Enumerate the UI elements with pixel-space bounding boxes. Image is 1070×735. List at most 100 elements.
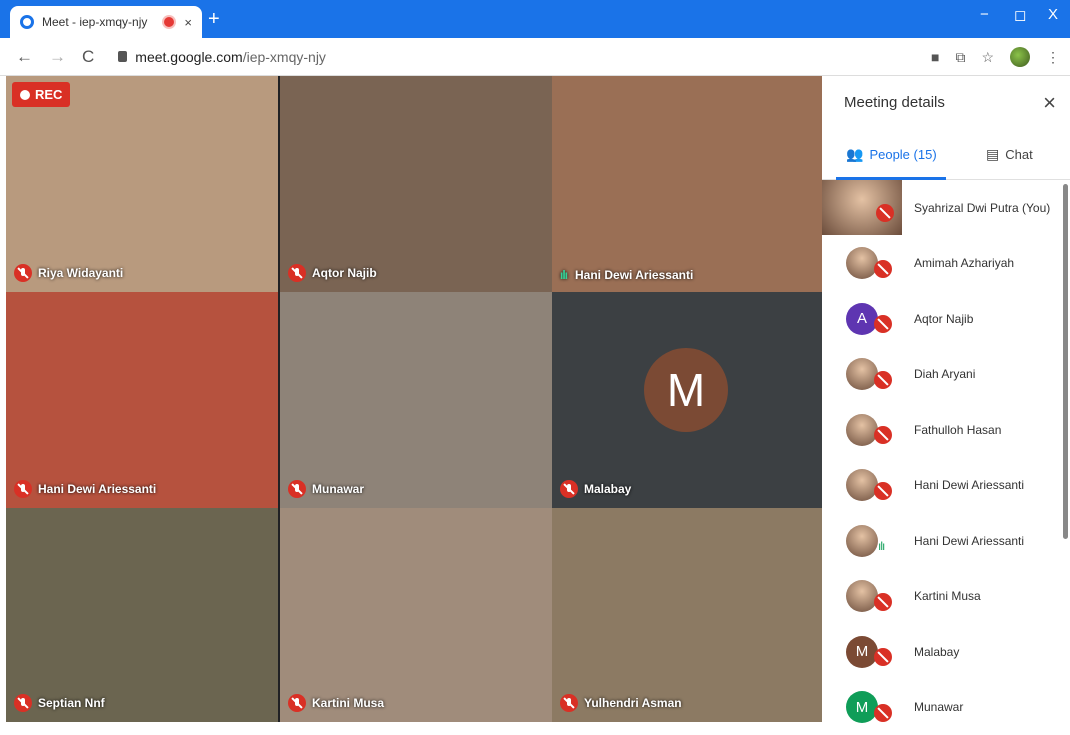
participant-label: ılı Hani Dewi Ariessanti: [560, 268, 693, 282]
participant-avatar: A: [846, 303, 878, 335]
mic-off-icon: [874, 315, 892, 333]
participant-avatar: [846, 525, 878, 557]
participant-avatar: M: [846, 636, 878, 668]
tab-chat[interactable]: ▤ Chat: [986, 146, 1033, 163]
people-list-scrollbar[interactable]: [1063, 184, 1068, 539]
participant-name: Hani Dewi Ariessanti: [38, 482, 156, 496]
participant-row[interactable]: Diah Aryani: [822, 347, 1070, 403]
video-tile[interactable]: Yulhendri Asman: [552, 508, 822, 722]
speaking-indicator-icon: ılı: [560, 268, 567, 282]
participant-name: Kartini Musa: [312, 696, 384, 710]
mic-off-icon: [874, 426, 892, 444]
participant-name: Yulhendri Asman: [584, 696, 682, 710]
mic-off-icon: [560, 480, 578, 498]
participant-row[interactable]: Kartini Musa: [822, 569, 1070, 625]
mic-off-icon: [874, 482, 892, 500]
recording-indicator-icon: [164, 17, 174, 27]
participant-row[interactable]: Syahrizal Dwi Putra (You): [822, 180, 1070, 236]
video-tile[interactable]: ılı Hani Dewi Ariessanti: [552, 76, 822, 292]
participant-name: Septian Nnf: [38, 696, 105, 710]
people-list: Syahrizal Dwi Putra (You) Amimah Azhariya…: [822, 180, 1070, 735]
close-window-button[interactable]: X: [1048, 6, 1058, 23]
participant-name: Hani Dewi Ariessanti: [914, 478, 1024, 492]
participant-row[interactable]: Amimah Azhariyah: [822, 236, 1070, 292]
menu-icon[interactable]: ⋮: [1046, 49, 1060, 66]
url-path: /iep-xmqy-njy: [243, 49, 326, 65]
new-tab-button[interactable]: +: [208, 8, 220, 30]
tab-people-label: People (15): [869, 147, 936, 162]
participant-label: Aqtor Najib: [288, 264, 377, 282]
video-tile[interactable]: Hani Dewi Ariessanti: [6, 292, 278, 508]
mic-off-icon: [14, 694, 32, 712]
close-panel-button[interactable]: ×: [1043, 90, 1056, 116]
people-icon: 👥: [846, 146, 863, 163]
participant-name: Aqtor Najib: [914, 312, 973, 326]
participant-name: Hani Dewi Ariessanti: [914, 534, 1024, 548]
mic-off-icon: [874, 593, 892, 611]
participant-name: Hani Dewi Ariessanti: [575, 268, 693, 282]
participant-label: Munawar: [288, 480, 364, 498]
mic-off-icon: [874, 260, 892, 278]
video-tile[interactable]: Aqtor Najib: [280, 76, 552, 292]
video-grid: REC Riya Widayanti Aqtor Najib ılı Hani D…: [6, 76, 822, 722]
lock-icon: [118, 51, 127, 62]
participant-name: Malabay: [914, 645, 959, 659]
mic-off-icon: [288, 264, 306, 282]
forward-icon[interactable]: →: [49, 47, 66, 67]
participant-name: Munawar: [914, 700, 963, 714]
mic-off-icon: [288, 694, 306, 712]
video-tile[interactable]: Kartini Musa: [280, 508, 552, 722]
video-tile[interactable]: Munawar: [280, 292, 552, 508]
address-bar[interactable]: meet.google.com/iep-xmqy-njy: [135, 49, 326, 65]
star-icon[interactable]: ☆: [981, 49, 994, 66]
speaking-indicator-icon: ılı: [878, 539, 884, 553]
video-tile[interactable]: Septian Nnf: [6, 508, 278, 722]
participant-row[interactable]: MMunawar: [822, 680, 1070, 735]
participant-name: Diah Aryani: [914, 367, 975, 381]
mic-off-icon: [14, 264, 32, 282]
participant-label: Septian Nnf: [14, 694, 105, 712]
participant-row[interactable]: M Malabay: [822, 624, 1070, 680]
panel-title: Meeting details: [844, 94, 945, 111]
participant-avatar: [846, 414, 878, 446]
profile-icon[interactable]: [1010, 47, 1030, 67]
participant-name: Riya Widayanti: [38, 266, 123, 280]
participant-label: Hani Dewi Ariessanti: [14, 480, 156, 498]
panel-tabs: 👥 People (15) ▤ Chat: [822, 140, 1070, 180]
participant-avatar: [846, 247, 878, 279]
participant-initial-avatar: M: [644, 348, 728, 432]
participant-row[interactable]: A Aqtor Najib: [822, 291, 1070, 347]
url-host: meet.google.com: [135, 49, 242, 65]
participant-label: Riya Widayanti: [14, 264, 123, 282]
restore-button[interactable]: ◻: [1014, 6, 1026, 24]
reload-icon[interactable]: C: [82, 47, 94, 67]
minimize-button[interactable]: −: [980, 6, 989, 23]
participant-row[interactable]: Fathulloh Hasan: [822, 402, 1070, 458]
participant-row[interactable]: Hani Dewi Ariessanti: [822, 458, 1070, 514]
meet-favicon-icon: [20, 15, 34, 29]
participant-name: Malabay: [584, 482, 631, 496]
camera-icon[interactable]: ■: [931, 49, 939, 65]
participant-name: Amimah Azhariyah: [914, 256, 1014, 270]
participant-name: Syahrizal Dwi Putra (You): [914, 201, 1050, 215]
participant-row[interactable]: ılı Hani Dewi Ariessanti: [822, 513, 1070, 569]
tab-close-button[interactable]: ×: [184, 15, 192, 30]
back-icon[interactable]: ←: [16, 47, 33, 67]
meeting-details-panel: Meeting details × 👥 People (15) ▤ Chat Sya…: [822, 76, 1070, 722]
chat-icon: ▤: [986, 146, 999, 163]
video-tile[interactable]: M Malabay: [552, 292, 822, 508]
participant-avatar: [846, 358, 878, 390]
mic-off-icon: [876, 204, 894, 222]
tab-people[interactable]: 👥 People (15): [846, 146, 937, 163]
participant-name: Munawar: [312, 482, 364, 496]
mic-off-icon: [288, 480, 306, 498]
video-tile[interactable]: REC Riya Widayanti: [6, 76, 278, 292]
participant-name: Fathulloh Hasan: [914, 423, 1001, 437]
tab-chat-label: Chat: [1005, 147, 1032, 162]
browser-tab[interactable]: Meet - iep-xmqy-njy ×: [10, 6, 202, 38]
mic-off-icon: [14, 480, 32, 498]
rec-label: REC: [35, 87, 62, 102]
toolbar-icons: ■ ⧉ ☆ ⋮: [931, 47, 1060, 67]
translate-icon[interactable]: ⧉: [955, 49, 965, 66]
mic-off-icon: [874, 371, 892, 389]
